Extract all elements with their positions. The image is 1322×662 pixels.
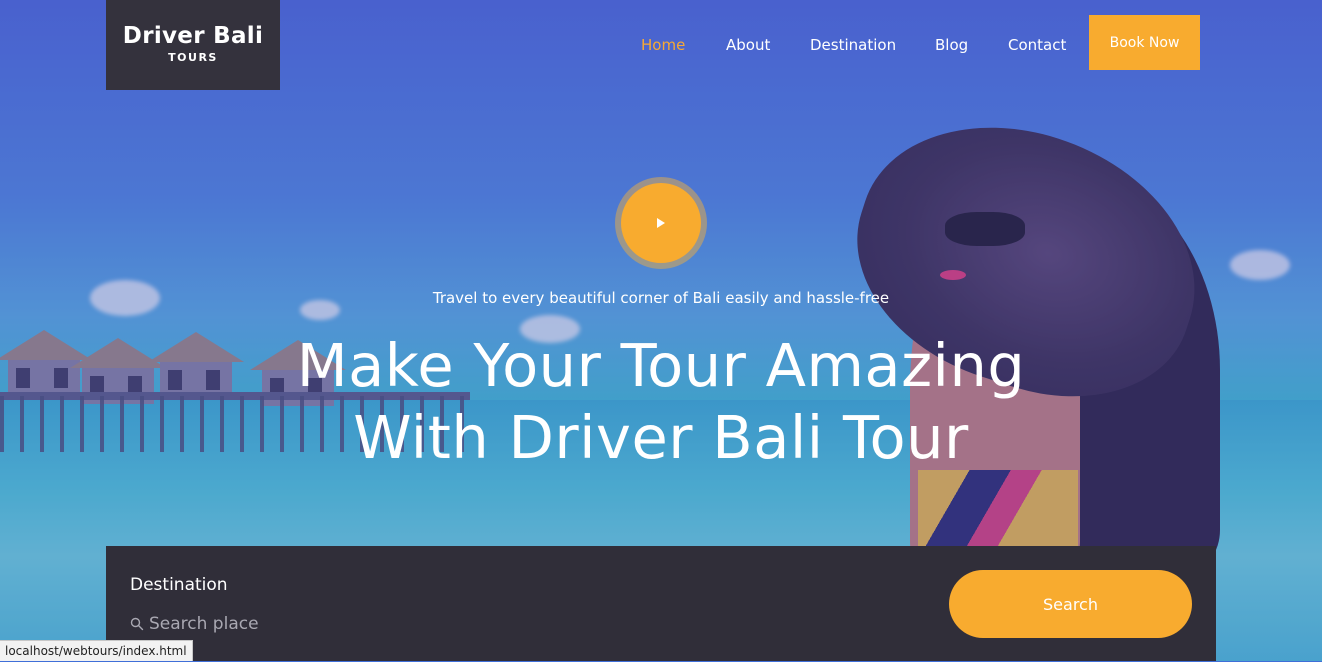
nav-destination[interactable]: Destination [810, 36, 896, 54]
play-video-button[interactable] [621, 183, 701, 263]
nav-about[interactable]: About [726, 36, 770, 54]
search-icon [130, 617, 144, 631]
search-panel: Destination Search [106, 546, 1216, 661]
hero-headline-line-1: Make Your Tour Amazing [296, 331, 1026, 400]
hero-headline: Make Your Tour Amazing With Driver Bali … [0, 330, 1322, 474]
nav-blog[interactable]: Blog [935, 36, 968, 54]
play-icon [657, 218, 665, 228]
search-place-input[interactable] [149, 610, 549, 638]
logo-subtitle: TOURS [168, 51, 218, 64]
book-now-button[interactable]: Book Now [1089, 15, 1200, 70]
destination-label: Destination [130, 575, 228, 595]
nav-contact[interactable]: Contact [1008, 36, 1066, 54]
logo-title: Driver Bali [122, 23, 264, 49]
nav-home[interactable]: Home [641, 36, 685, 54]
status-bar-url: localhost/webtours/index.html [0, 640, 193, 661]
site-logo[interactable]: Driver Bali TOURS [106, 0, 280, 90]
hero-headline-line-2: With Driver Bali Tour [353, 403, 969, 472]
search-button[interactable]: Search [949, 570, 1192, 638]
hero-tagline: Travel to every beautiful corner of Bali… [432, 289, 890, 307]
